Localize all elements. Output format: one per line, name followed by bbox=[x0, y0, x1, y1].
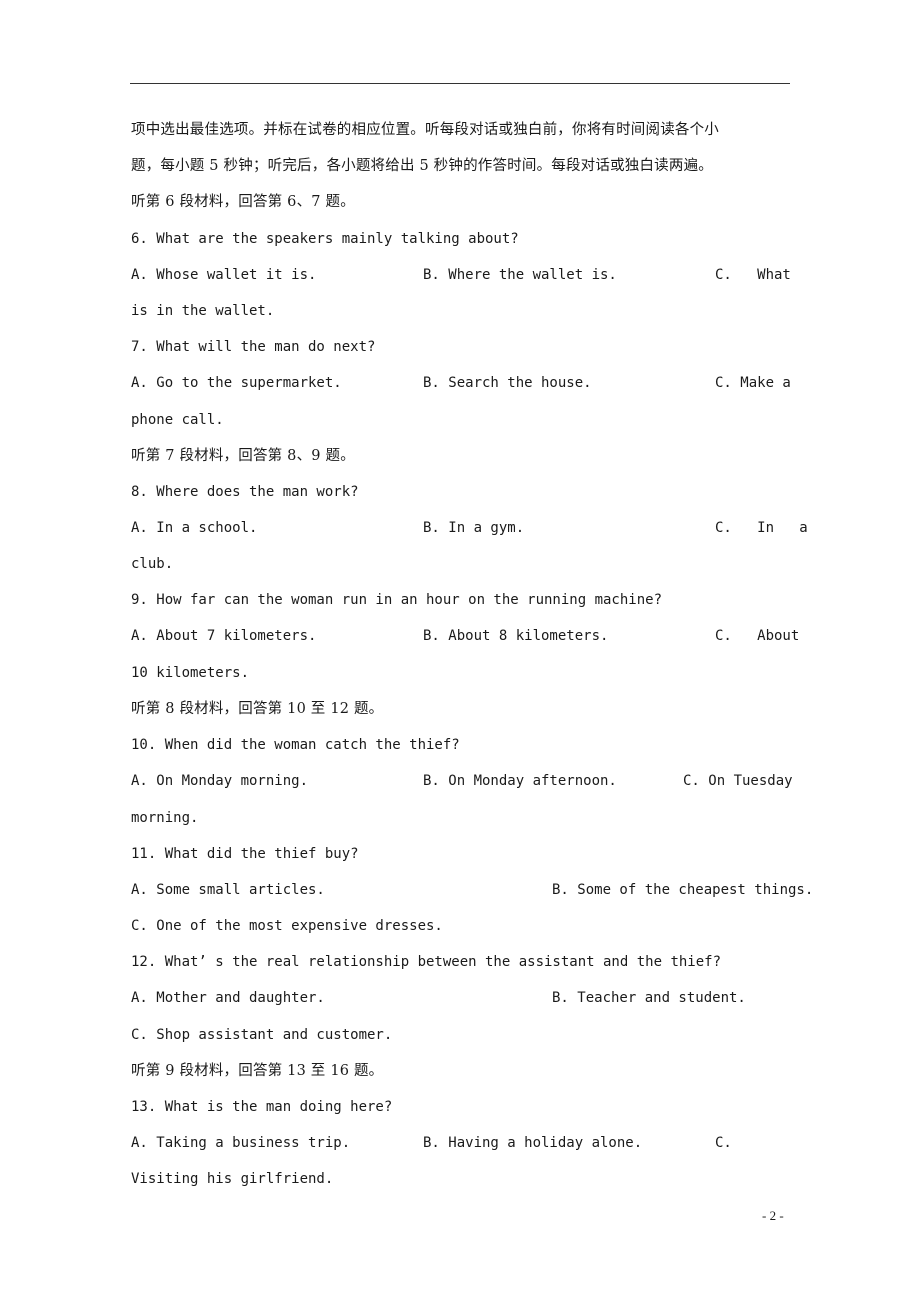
section-heading: 听第 9 段材料，回答第 13 至 16 题。 bbox=[131, 1063, 384, 1079]
option-c: C. On Tuesday bbox=[683, 773, 793, 789]
option-b: B. Teacher and student. bbox=[552, 990, 746, 1006]
option-c: C. About bbox=[715, 628, 800, 644]
question-stem: 7. What will the man do next? bbox=[131, 339, 376, 355]
option-b: B. About 8 kilometers. bbox=[423, 628, 609, 644]
page-number: - 2 - bbox=[762, 1208, 784, 1223]
question-stem: 12. What’ s the real relationship betwee… bbox=[131, 954, 722, 970]
option-a: A. Go to the supermarket. bbox=[131, 375, 342, 391]
question-stem: 11. What did the thief buy? bbox=[131, 846, 359, 862]
intro-line-2: 题，每小题 5 秒钟；听完后，各小题将给出 5 秒钟的作答时间。每段对话或独白读… bbox=[131, 158, 713, 174]
option-a: A. On Monday morning. bbox=[131, 773, 309, 789]
option-c: C. Make a bbox=[715, 375, 791, 391]
option-a: A. Some small articles. bbox=[131, 882, 325, 898]
question-stem: 8. Where does the man work? bbox=[131, 484, 359, 500]
option-c-continued: is in the wallet. bbox=[131, 303, 275, 319]
option-a: A. In a school. bbox=[131, 520, 258, 536]
option-c: C. In a bbox=[715, 520, 808, 536]
question-stem: 10. When did the woman catch the thief? bbox=[131, 737, 460, 753]
option-c-continued: 10 kilometers. bbox=[131, 665, 250, 681]
option-c: C. Shop assistant and customer. bbox=[131, 1027, 393, 1043]
option-c-continued: Visiting his girlfriend. bbox=[131, 1171, 334, 1187]
question-stem: 6. What are the speakers mainly talking … bbox=[131, 231, 519, 247]
option-b: B. Where the wallet is. bbox=[423, 267, 617, 283]
option-a: A. Whose wallet it is. bbox=[131, 267, 317, 283]
section-heading: 听第 7 段材料，回答第 8、9 题。 bbox=[131, 448, 355, 464]
header-rule bbox=[130, 83, 790, 84]
option-c: C. One of the most expensive dresses. bbox=[131, 918, 443, 934]
option-a: A. About 7 kilometers. bbox=[131, 628, 317, 644]
intro-line-1: 项中选出最佳选项。并标在试卷的相应位置。听每段对话或独白前，你将有时间阅读各个小 bbox=[131, 122, 719, 138]
option-a: A. Mother and daughter. bbox=[131, 990, 325, 1006]
option-c-continued: club. bbox=[131, 556, 174, 572]
option-b: B. In a gym. bbox=[423, 520, 525, 536]
option-b: B. Some of the cheapest things. bbox=[552, 882, 814, 898]
option-c: C. What bbox=[715, 267, 791, 283]
section-heading: 听第 8 段材料，回答第 10 至 12 题。 bbox=[131, 701, 384, 717]
option-b: B. Search the house. bbox=[423, 375, 592, 391]
option-a: A. Taking a business trip. bbox=[131, 1135, 351, 1151]
option-c-continued: phone call. bbox=[131, 412, 224, 428]
option-c: C. bbox=[715, 1135, 732, 1151]
option-c-continued: morning. bbox=[131, 810, 199, 826]
question-stem: 13. What is the man doing here? bbox=[131, 1099, 393, 1115]
option-b: B. Having a holiday alone. bbox=[423, 1135, 643, 1151]
question-stem: 9. How far can the woman run in an hour … bbox=[131, 592, 663, 608]
section-heading: 听第 6 段材料，回答第 6、7 题。 bbox=[131, 194, 355, 210]
option-b: B. On Monday afternoon. bbox=[423, 773, 617, 789]
